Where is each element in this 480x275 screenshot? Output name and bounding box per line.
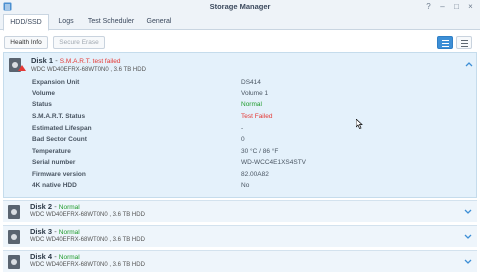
disk-title: Disk 1 - S.M.A.R.T. test failed bbox=[31, 56, 120, 65]
disk-title-separator: - bbox=[52, 202, 59, 211]
toolbar: Health Info Secure Erase bbox=[0, 31, 480, 52]
disk-3-row[interactable]: Disk 3 - Normal WDC WD40EFRX-68WT0N0 , 3… bbox=[3, 225, 477, 247]
window-title: Storage Manager bbox=[209, 2, 271, 11]
chevron-down-icon[interactable] bbox=[464, 259, 472, 265]
detail-view-button[interactable] bbox=[456, 36, 472, 49]
disk-4-row[interactable]: Disk 4 - Normal WDC WD40EFRX-68WT0N0 , 3… bbox=[3, 250, 477, 272]
disk-status: Normal bbox=[58, 229, 80, 236]
prop-value-firmware-version: 82.00A82 bbox=[241, 171, 269, 178]
prop-value-serial-number: WD-WCC4E1XS4STV bbox=[241, 159, 307, 166]
disk-model: WDC WD40EFRX-68WT0N0 , 3.6 TB HDD bbox=[30, 237, 145, 243]
chevron-down-icon[interactable] bbox=[464, 234, 472, 240]
disk-1-panel[interactable]: Disk 1 - S.M.A.R.T. test failed WDC WD40… bbox=[3, 52, 477, 198]
prop-value-temperature: 30 °C / 86 °F bbox=[241, 148, 279, 155]
tab-hdd-ssd[interactable]: HDD/SSD bbox=[3, 14, 49, 31]
title-bar: Storage Manager ? – □ × bbox=[0, 0, 480, 14]
list-view-button[interactable] bbox=[437, 36, 453, 49]
disk-model: WDC WD40EFRX-68WT0N0 , 3.6 TB HDD bbox=[30, 262, 145, 268]
prop-label-temperature: Temperature bbox=[32, 148, 71, 155]
prop-value-4k-native-hdd: No bbox=[241, 182, 250, 189]
chevron-down-icon[interactable] bbox=[464, 209, 472, 215]
disk-title: Disk 3 - Normal bbox=[30, 227, 80, 236]
disk-model: WDC WD40EFRX-68WT0N0 , 3.6 TB HDD bbox=[31, 67, 146, 73]
disk-title-separator: - bbox=[52, 252, 59, 261]
secure-erase-button[interactable]: Secure Erase bbox=[53, 36, 105, 49]
maximize-button[interactable]: □ bbox=[451, 1, 462, 12]
prop-value-bad-sector-count: 0 bbox=[241, 136, 245, 143]
minimize-button[interactable]: – bbox=[437, 1, 448, 12]
disk-status: S.M.A.R.T. test failed bbox=[59, 58, 121, 65]
chevron-up-icon[interactable] bbox=[465, 61, 473, 67]
disk-title: Disk 4 - Normal bbox=[30, 252, 80, 261]
prop-label-estimated-lifespan: Estimated Lifespan bbox=[32, 125, 92, 132]
prop-label-volume: Volume bbox=[32, 90, 55, 97]
hdd-icon bbox=[8, 205, 20, 219]
detail-view-icon bbox=[461, 40, 468, 41]
tab-test-scheduler[interactable]: Test Scheduler bbox=[83, 14, 139, 30]
close-button[interactable]: × bbox=[465, 1, 476, 12]
disk-name: Disk 3 bbox=[30, 227, 53, 236]
disk-title: Disk 2 - Normal bbox=[30, 202, 80, 211]
disk-2-row[interactable]: Disk 2 - Normal WDC WD40EFRX-68WT0N0 , 3… bbox=[3, 200, 477, 222]
list-view-icon bbox=[442, 40, 449, 41]
tab-bar: HDD/SSD Logs Test Scheduler General bbox=[0, 14, 480, 31]
prop-label-serial-number: Serial number bbox=[32, 159, 76, 166]
prop-label-4k-native-hdd: 4K native HDD bbox=[32, 182, 77, 189]
prop-value-estimated-lifespan: - bbox=[241, 125, 244, 132]
prop-value-smart-status: Test Failed bbox=[241, 113, 273, 120]
tab-general[interactable]: General bbox=[143, 14, 175, 30]
disk-title-separator: - bbox=[53, 56, 60, 65]
hdd-icon bbox=[8, 255, 20, 269]
prop-label-bad-sector-count: Bad Sector Count bbox=[32, 136, 87, 143]
help-button[interactable]: ? bbox=[423, 1, 434, 12]
disk-name: Disk 2 bbox=[30, 202, 53, 211]
health-info-button[interactable]: Health Info bbox=[4, 36, 48, 49]
mouse-cursor-icon bbox=[356, 119, 363, 129]
hdd-icon bbox=[8, 230, 20, 244]
prop-value-volume: Volume 1 bbox=[241, 90, 269, 97]
prop-label-status: Status bbox=[32, 101, 52, 108]
disk-model: WDC WD40EFRX-68WT0N0 , 3.6 TB HDD bbox=[30, 212, 145, 218]
prop-value-expansion-unit: DS414 bbox=[241, 79, 261, 86]
disk-status: Normal bbox=[58, 204, 80, 211]
disk-name: Disk 4 bbox=[30, 252, 53, 261]
prop-value-status: Normal bbox=[241, 101, 262, 108]
disk-title-separator: - bbox=[52, 227, 59, 236]
tab-logs[interactable]: Logs bbox=[53, 14, 79, 30]
prop-label-expansion-unit: Expansion Unit bbox=[32, 79, 80, 86]
disk-name: Disk 1 bbox=[31, 56, 54, 65]
warning-icon bbox=[18, 65, 26, 71]
prop-label-smart-status: S.M.A.R.T. Status bbox=[32, 113, 86, 120]
prop-label-firmware-version: Firmware version bbox=[32, 171, 86, 178]
disk-status: Normal bbox=[58, 254, 80, 261]
